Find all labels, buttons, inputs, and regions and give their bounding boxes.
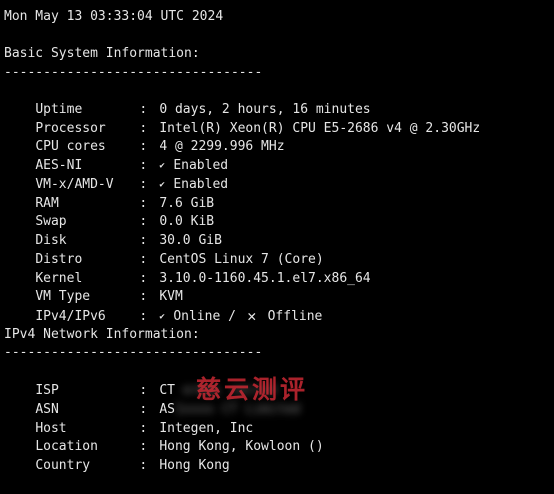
- info-row-cpu-cores: CPU cores:4 @ 2299.996 MHz: [4, 119, 284, 154]
- info-row-vm-type: VM Type: KVM: [4, 269, 182, 304]
- watermark-logo: 慈云测评: [196, 375, 309, 404]
- info-row-uptime: Uptime:0 days, 2 hours, 16 minutes: [4, 82, 370, 117]
- info-row-disk: Disk:30.0 GiB: [4, 213, 222, 248]
- info-row-country: Country: Hong Kong: [4, 438, 229, 473]
- basic-divider: ---------------------------------: [4, 65, 263, 80]
- network-section-title: IPv4 Network Information:: [4, 327, 200, 342]
- info-row-distro: Distro: CentOS Linux 7 (Core): [4, 232, 323, 267]
- row-value: 3.10.0-1160.45.1.el7.x86_64: [159, 270, 371, 286]
- status-slash: /: [228, 308, 236, 324]
- date-line: Mon May 13 03:33:04 UTC 2024: [4, 9, 224, 24]
- info-row-location: Location: Hong Kong, Kowloon (): [4, 419, 323, 454]
- terminal-window[interactable]: Mon May 13 03:33:04 UTC 2024 Basic Syste…: [0, 0, 554, 473]
- basic-section-title: Basic System Information:: [4, 46, 200, 61]
- info-row-kernel: Kernel:3.10.0-1160.45.1.el7.x86_64: [4, 251, 370, 286]
- info-row-ram: RAM:7.6 GiB: [4, 176, 214, 211]
- info-row-aes-ni: AES-NI: ✔ Enabled: [4, 138, 228, 173]
- info-row-ip-stack: IPv4/IPv6: ✔ Online / ✕ Offline: [4, 288, 322, 325]
- info-row-swap: Swap:0.0 KiB: [4, 194, 214, 229]
- row-key: Country: [35, 457, 91, 473]
- ipv4-status: Online: [173, 308, 221, 324]
- check-icon: ✔: [159, 311, 165, 322]
- cross-icon: ✕: [247, 306, 257, 325]
- row-colon: :: [139, 457, 148, 473]
- info-row-vmx: VM-x/AMD-V: ✔ Enabled: [4, 157, 228, 192]
- row-colon: :: [139, 308, 148, 324]
- row-value: Hong Kong: [159, 457, 230, 473]
- info-row-processor: Processor: Intel(R) Xeon(R) CPU E5-2686 v…: [4, 101, 480, 136]
- row-key: IPv4/IPv6: [35, 308, 106, 324]
- ipv6-status: Offline: [267, 308, 323, 324]
- network-divider: ---------------------------------: [4, 345, 263, 360]
